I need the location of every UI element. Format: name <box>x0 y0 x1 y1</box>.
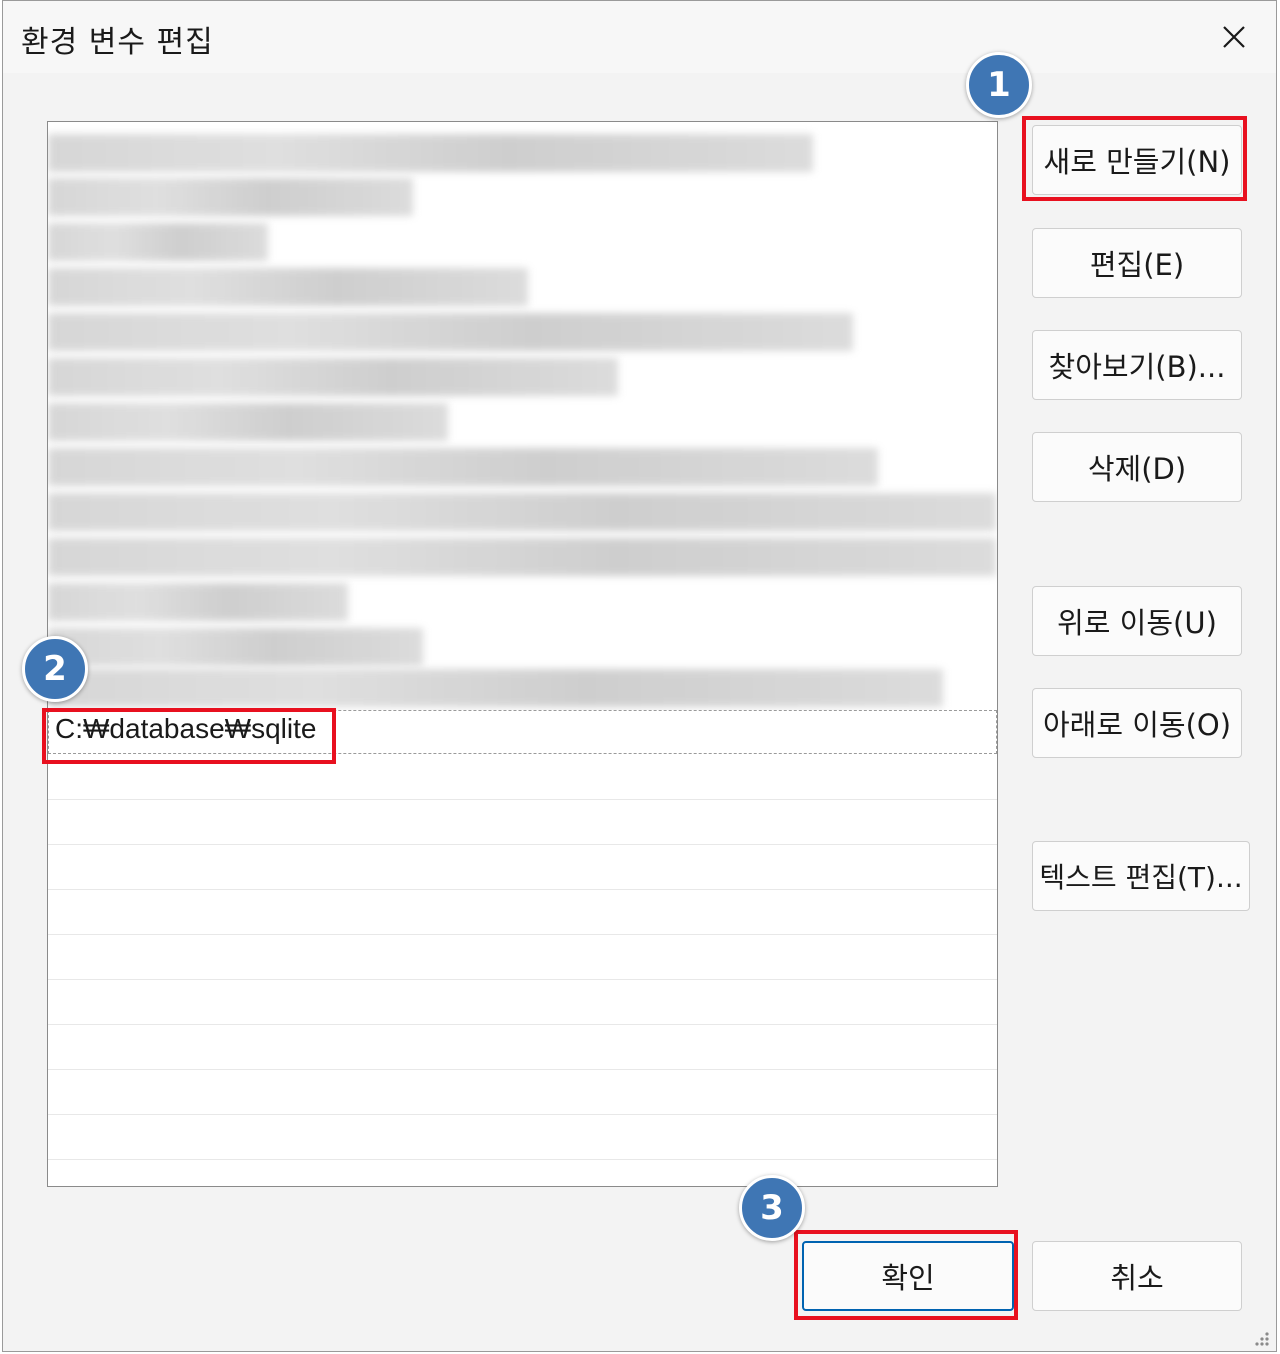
list-divider <box>48 1114 997 1115</box>
list-item-blurred[interactable] <box>48 628 423 666</box>
list-item-blurred[interactable] <box>48 313 853 351</box>
list-divider <box>48 979 997 980</box>
close-button[interactable] <box>1206 11 1262 63</box>
list-item-blurred[interactable] <box>48 178 413 216</box>
title-bar: 환경 변수 편집 <box>3 1 1276 73</box>
ok-button[interactable]: 확인 <box>802 1241 1014 1311</box>
browse-button[interactable]: 찾아보기(B)... <box>1032 330 1242 400</box>
list-divider <box>48 1069 997 1070</box>
cancel-button[interactable]: 취소 <box>1032 1241 1242 1311</box>
list-divider <box>48 844 997 845</box>
delete-button[interactable]: 삭제(D) <box>1032 432 1242 502</box>
step-badge-3: 3 <box>739 1175 805 1241</box>
path-list[interactable]: C:₩database₩sqlite <box>47 121 998 1187</box>
edit-environment-variable-dialog: 환경 변수 편집 C:₩database₩sqlite 새로 만들기(N) 편집… <box>2 0 1277 1352</box>
list-item-blurred[interactable] <box>48 134 813 172</box>
list-divider <box>48 799 997 800</box>
list-divider <box>48 934 997 935</box>
step-badge-2: 2 <box>22 636 88 702</box>
list-item-blurred[interactable] <box>48 583 348 621</box>
list-item-selected[interactable]: C:₩database₩sqlite <box>48 710 997 754</box>
list-divider <box>48 1024 997 1025</box>
list-item-blurred[interactable] <box>48 448 878 486</box>
list-item-blurred[interactable] <box>48 538 996 576</box>
close-icon <box>1223 26 1245 48</box>
step-badge-1: 1 <box>966 52 1032 118</box>
new-button[interactable]: 새로 만들기(N) <box>1032 125 1242 195</box>
resize-grip-icon[interactable] <box>1252 1329 1270 1347</box>
dialog-title: 환경 변수 편집 <box>21 25 214 60</box>
list-item-blurred[interactable] <box>48 358 618 396</box>
edit-button[interactable]: 편집(E) <box>1032 228 1242 298</box>
list-divider <box>48 1159 997 1160</box>
list-item-blurred[interactable] <box>48 223 268 261</box>
list-divider <box>48 889 997 890</box>
list-item-blurred[interactable] <box>48 493 996 531</box>
list-item-blurred[interactable] <box>48 403 448 441</box>
list-item-blurred[interactable] <box>48 268 528 306</box>
move-up-button[interactable]: 위로 이동(U) <box>1032 586 1242 656</box>
edit-text-button[interactable]: 텍스트 편집(T)... <box>1032 841 1250 911</box>
move-down-button[interactable]: 아래로 이동(O) <box>1032 688 1242 758</box>
selected-path-text[interactable]: C:₩database₩sqlite <box>55 713 316 745</box>
list-item-blurred[interactable] <box>48 669 943 707</box>
